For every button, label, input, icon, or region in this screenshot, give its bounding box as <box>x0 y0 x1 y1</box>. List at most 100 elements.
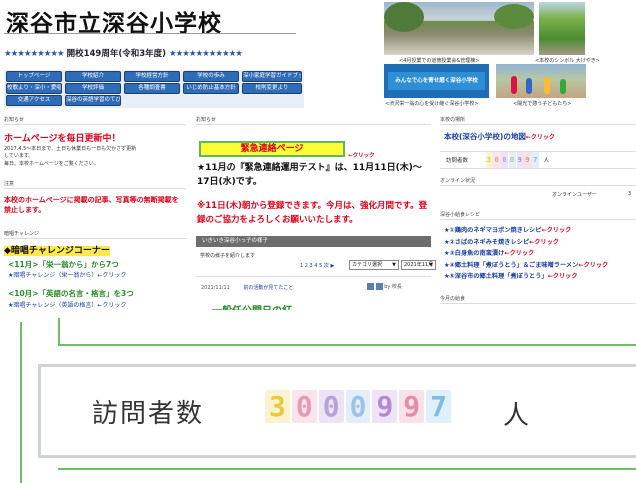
october-challenge-link[interactable]: ★暗唱チャレンジ（英語の格言）←クリック <box>8 300 126 309</box>
caption-courtyard: <4月授業での道徳授業会&管理棟> <box>399 58 480 64</box>
counter-digit-7: 7 <box>532 152 540 168</box>
zoom-bottom-rule <box>58 468 636 470</box>
photo-banner: みんなで心を寄せ磨く深谷小学校 <box>384 64 489 98</box>
recipe-item[interactable]: ★①鶏肉のネギマヨポン焼きレシピ←クリック <box>444 225 636 237</box>
recipe-link[interactable]: ★⑤深谷市の郷土料理「煮ぼうとう」 <box>444 273 548 280</box>
recipe-link[interactable]: ★①鶏肉のネギマヨポン焼きレシピ <box>444 227 541 234</box>
blog-pager[interactable]: 1 2 3 4 5 次 ▶ <box>300 262 334 269</box>
nav-policy[interactable]: 学校経営方針 <box>124 71 180 82</box>
zoom-left-bar <box>20 322 22 483</box>
zoom-digit-4: 0 <box>345 390 371 423</box>
online-users-label: オンラインユーザー <box>552 192 597 198</box>
zoom-digit-3: 0 <box>318 390 344 423</box>
title-underline <box>4 33 296 34</box>
stars-left: ★★★★★★★★★ <box>4 49 65 59</box>
update-title: ホームページを毎日更新中！ <box>4 134 121 144</box>
zoom-inset-frame-top <box>58 344 636 346</box>
nav-guidebook[interactable]: 深小家庭学習ガイドブック <box>242 71 302 82</box>
center-section-header: お知らせ <box>196 117 216 123</box>
anniversary-line: ★★★★★★★★★ 開校149周年(令和3年度) ★★★★★★★★★★★ <box>4 47 243 59</box>
recipe-click[interactable]: ←クリック <box>529 239 559 246</box>
recipe-click[interactable]: ←クリック <box>504 250 534 257</box>
zoom-inset-frame <box>58 318 60 346</box>
left-section-header-3: 暗唱チャレンジ <box>4 231 39 237</box>
recipe-item[interactable]: ★③白身魚の南蛮漬け←クリック <box>444 248 636 260</box>
nav-menu: トップページ 学校紹介 学校経営方針 学校の歩み 深小家庭学習ガイドブック 校歌… <box>4 70 304 108</box>
recipe-link[interactable]: ★④郷土料理「煮ぼうとう」＆ごま味噌ラーメン <box>444 262 578 269</box>
caption-children: <陽光で憩う子どもたち> <box>513 101 572 107</box>
recipe-item[interactable]: ★⑤深谷市の郷土料理「煮ぼうとう」←クリック <box>444 271 636 283</box>
chevron-down-icon: ▼ <box>392 262 396 268</box>
chevron-down-icon: ▼ <box>429 262 433 268</box>
copyright-notice: 本校のホームページに掲載の記事、写真等の無断掲載を禁止します。 <box>4 196 179 214</box>
recipe-click[interactable]: ←クリック <box>541 227 571 234</box>
caption-tree: <本校のシンボル 大けやき> <box>535 58 600 64</box>
visitor-counter-unit: 人 <box>543 158 550 164</box>
map-link[interactable]: 本校(深谷小学校)の地図 <box>444 132 526 141</box>
right-section-header-1: 本校の場所 <box>440 117 466 123</box>
right-section-header-3: 深谷小給食レシピ <box>440 212 481 218</box>
november-challenge-link[interactable]: ★暗唱チャレンジ（栄一翁から）←クリック <box>8 270 126 279</box>
online-users-count: 3 <box>628 191 632 197</box>
post-author: by 校長 <box>384 284 402 290</box>
post-meta: 2021/11/11 前の活動が見てたこと <box>201 284 293 291</box>
recipe-item[interactable]: ★④郷土料理「煮ぼうとう」＆ごま味噌ラーメン←クリック <box>444 260 636 272</box>
stars-right: ★★★★★★★★★★★ <box>169 49 243 59</box>
map-click[interactable]: ←クリック <box>526 134 555 141</box>
right-section-header-4: 今月の給食 <box>440 296 466 302</box>
recipe-click[interactable]: ←クリック <box>548 273 578 280</box>
visitor-counter-label: 訪問者数 <box>446 158 469 164</box>
banner-text: みんなで心を寄せ磨く深谷小学校 <box>388 72 485 90</box>
zoom-digit-1: 3 <box>265 390 290 423</box>
nav-school-intro[interactable]: 学校紹介 <box>65 71 121 82</box>
zoom-digit-2: 0 <box>291 390 317 423</box>
left-section-header-1: お知らせ <box>4 117 24 123</box>
comment-icon[interactable] <box>375 283 383 290</box>
blog-intro: 学校の様子を紹介します <box>200 253 256 259</box>
recipe-link[interactable]: ★②さばのネギみそ焼きレシピ <box>444 239 529 246</box>
nav-evaluation[interactable]: 学校評価 <box>65 83 121 94</box>
recipe-click[interactable]: ←クリック <box>578 262 608 269</box>
nav-access[interactable]: 交通アクセス <box>6 95 62 106</box>
photo-courtyard <box>384 2 534 55</box>
month-select[interactable]: 2021年11月 ▼ <box>401 260 436 270</box>
photo-tree <box>539 2 585 55</box>
post-icons: by 校長 <box>367 283 402 290</box>
print-icon[interactable] <box>367 283 374 290</box>
left-section-header-2: 注意 <box>4 181 15 187</box>
zoom-digit-6: 9 <box>399 390 425 423</box>
post-date: 2021/11/11 <box>201 285 230 291</box>
emergency-click[interactable]: ←クリック <box>348 151 375 159</box>
nav-song[interactable]: 校歌より・深小・愛唱 <box>6 83 62 94</box>
caption-banner: <渋沢栄一翁の心を受け継ぐ深谷小学校> <box>385 101 479 107</box>
visitor-counter-digits: 3000997 <box>485 152 540 168</box>
counter-digit-1: 3 <box>485 152 493 168</box>
update-body-1: 2017.4.5〜本日まで、土日も休業日も一日も欠かさず更新 <box>4 146 137 152</box>
zoom-counter-label: 訪問者数 <box>92 399 205 429</box>
recipe-link[interactable]: ★③白身魚の南蛮漬け <box>444 250 504 257</box>
counter-digit-3: 0 <box>501 152 509 168</box>
post-title[interactable]: 一般任公開日の紅 <box>212 302 292 310</box>
challenge-title: ◆暗唱チャレンジコーナー <box>4 243 110 256</box>
category-select[interactable]: カテゴリ選択 ▼ <box>349 260 399 270</box>
counter-digit-4: 0 <box>508 152 517 168</box>
november-heading: <11月>「栄一翁から」から7つ <box>8 260 119 269</box>
zoom-digit-7: 7 <box>426 390 452 423</box>
right-section-header-2: オンライン状況 <box>440 178 476 184</box>
nav-history[interactable]: 学校の歩み <box>183 71 239 82</box>
post-link[interactable]: 前の活動が見てたこと <box>243 285 293 291</box>
counter-digit-5: 9 <box>516 152 524 168</box>
nav-english[interactable]: 深谷の英語学習のてびき <box>65 95 121 106</box>
nav-top[interactable]: トップページ <box>6 71 62 82</box>
nav-rules[interactable]: 校則変更より <box>242 83 302 94</box>
emergency-banner[interactable]: 緊急連絡ページ <box>199 141 345 157</box>
zoom-counter-digits: 3000997 <box>265 390 453 430</box>
recipe-item[interactable]: ★②さばのネギみそ焼きレシピ←クリック <box>444 237 636 249</box>
category-select-value: カテゴリ選択 <box>352 262 383 268</box>
nav-surveys[interactable]: 各種調査書 <box>124 83 180 94</box>
zoom-digit-5: 9 <box>372 390 398 423</box>
anniversary-text: 開校149周年(令和3年度) <box>66 49 167 59</box>
update-body-2: しています。 <box>4 153 34 159</box>
nav-bullying[interactable]: いじめ防止基本方針 <box>183 83 239 94</box>
photo-children <box>496 64 586 98</box>
